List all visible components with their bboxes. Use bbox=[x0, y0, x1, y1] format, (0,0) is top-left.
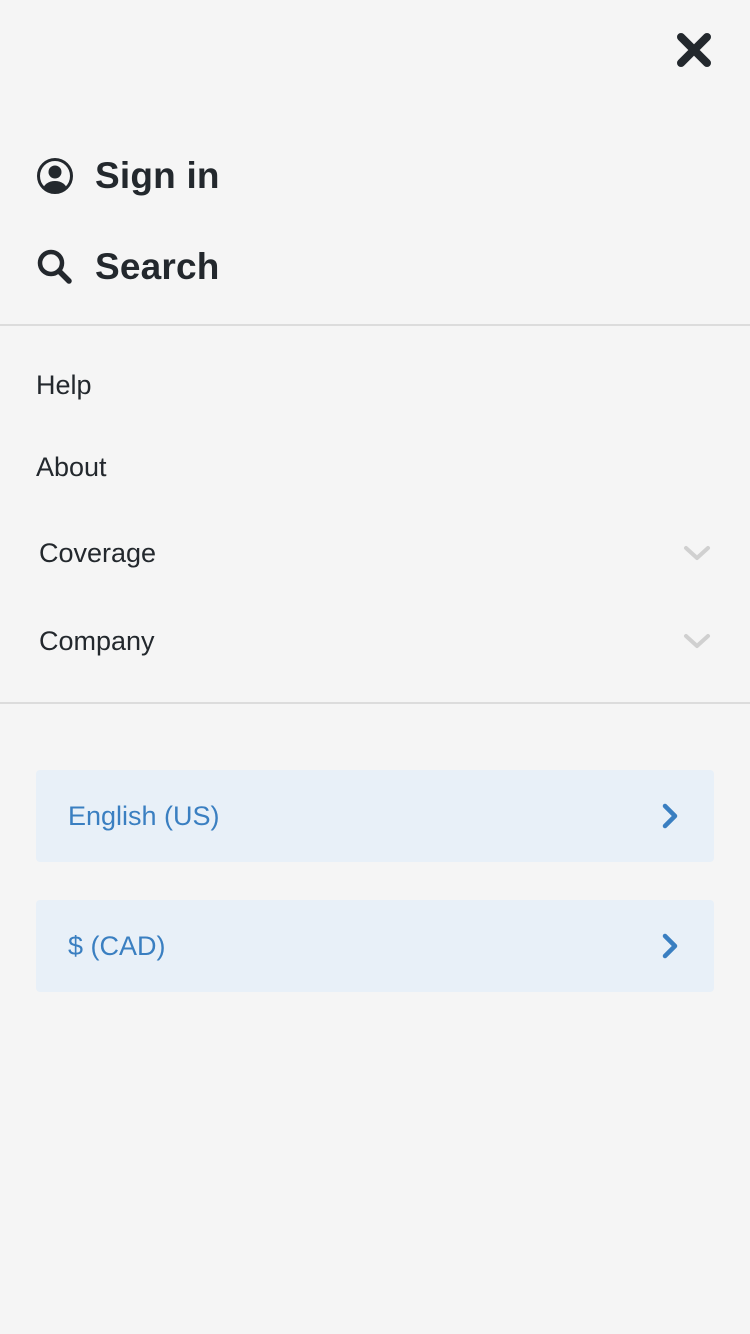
sign-in-link[interactable]: Sign in bbox=[36, 146, 436, 206]
currency-selector[interactable]: $ (CAD) bbox=[36, 900, 714, 992]
language-label: English (US) bbox=[68, 800, 220, 831]
about-label: About bbox=[36, 451, 107, 482]
search-icon bbox=[36, 248, 74, 286]
search-label: Search bbox=[95, 246, 220, 287]
company-label: Company bbox=[39, 625, 155, 656]
search-link[interactable]: Search bbox=[36, 237, 436, 297]
close-button[interactable] bbox=[672, 28, 716, 72]
company-dropdown[interactable]: Company bbox=[36, 613, 716, 669]
chevron-down-icon bbox=[682, 626, 712, 656]
divider bbox=[0, 702, 750, 704]
about-link[interactable]: About bbox=[36, 439, 716, 495]
user-circle-icon bbox=[36, 157, 74, 195]
navigation-menu: Sign in Search Help About Coverage Compa… bbox=[0, 0, 750, 1334]
sign-in-label: Sign in bbox=[95, 155, 220, 196]
close-icon bbox=[677, 33, 711, 67]
currency-label: $ (CAD) bbox=[68, 930, 166, 961]
help-label: Help bbox=[36, 369, 92, 400]
chevron-right-icon bbox=[658, 801, 682, 831]
language-selector[interactable]: English (US) bbox=[36, 770, 714, 862]
coverage-dropdown[interactable]: Coverage bbox=[36, 525, 716, 581]
chevron-right-icon bbox=[658, 931, 682, 961]
help-link[interactable]: Help bbox=[36, 357, 716, 413]
divider bbox=[0, 324, 750, 326]
chevron-down-icon bbox=[682, 538, 712, 568]
coverage-label: Coverage bbox=[39, 537, 157, 568]
